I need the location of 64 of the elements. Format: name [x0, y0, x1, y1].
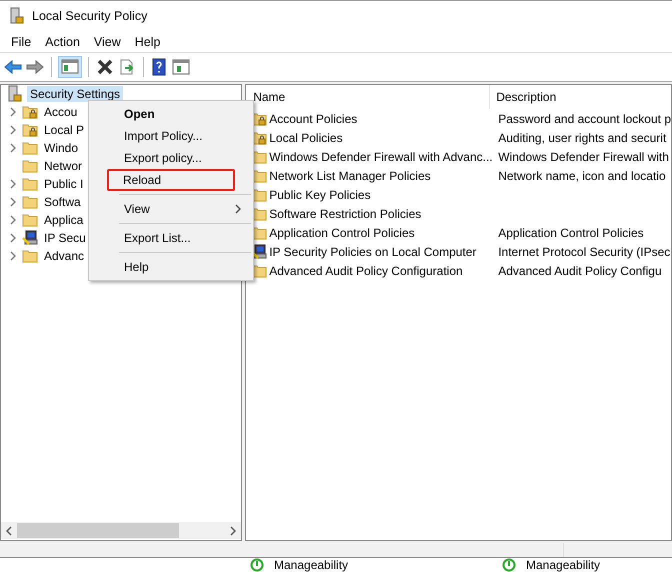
tree-item[interactable]: Advanc	[44, 249, 84, 263]
help-icon[interactable]	[151, 58, 167, 76]
delete-icon[interactable]	[96, 58, 114, 76]
locked-folder-icon	[22, 104, 38, 120]
forward-arrow-icon[interactable]	[26, 59, 44, 75]
status-ok-icon	[250, 558, 264, 572]
folder-icon	[22, 176, 38, 192]
menu-item[interactable]: Help	[91, 256, 251, 278]
folder-icon	[22, 140, 38, 156]
column-header[interactable]: Description	[490, 90, 556, 104]
table-cell-text: Advanced Audit Policy Configu	[497, 264, 662, 278]
computer-key-icon	[22, 230, 38, 246]
tree-item[interactable]: IP Secu	[44, 231, 86, 245]
table-cell-text: Auditing, user rights and securit	[497, 130, 666, 144]
status-ok-icon	[502, 558, 516, 572]
background-label: Manageability	[526, 558, 600, 572]
table-cell[interactable]: Local Policies	[269, 130, 343, 144]
menu-item[interactable]: Export policy...	[91, 147, 251, 169]
console-tree-icon[interactable]	[59, 57, 81, 77]
table-cell[interactable]: Application Control Policies	[269, 226, 415, 240]
table-cell-text: Network name, icon and locatio	[497, 168, 666, 182]
tree-item[interactable]: Applica	[44, 213, 84, 227]
table-cell[interactable]: Public Key Policies	[269, 188, 371, 202]
menu-item[interactable]: Import Policy...	[91, 125, 251, 147]
menu-item[interactable]: File	[4, 34, 38, 48]
security-policy-icon	[7, 85, 23, 103]
security-policy-icon	[9, 7, 25, 25]
table-cell-text: Windows Defender Firewall with	[497, 150, 669, 164]
table-cell[interactable]: IP Security Policies on Local Computer	[269, 244, 476, 258]
tree-item[interactable]: Windo	[44, 141, 78, 155]
table-cell[interactable]: Advanced Audit Policy Configuration	[269, 264, 463, 278]
menu-item[interactable]: View	[91, 198, 251, 220]
table-cell-text: Password and account lockout p	[497, 112, 671, 126]
table-cell[interactable]: Account Policies	[269, 112, 358, 126]
background-label: Manageability	[274, 558, 348, 572]
scroll-right-icon[interactable]	[229, 526, 238, 536]
tree-item[interactable]: Softwa	[44, 195, 81, 209]
folder-icon	[22, 158, 38, 174]
tree-item[interactable]: Accou	[44, 105, 78, 119]
tree-item[interactable]: Local P	[44, 123, 84, 137]
table-cell[interactable]: Network List Manager Policies	[269, 168, 431, 182]
table-cell[interactable]: Software Restriction Policies	[269, 206, 422, 220]
menu-item[interactable]: Reload	[107, 169, 235, 191]
horizontal-scrollbar[interactable]	[1, 522, 242, 539]
scroll-left-icon[interactable]	[5, 526, 13, 536]
menu-item[interactable]: View	[86, 34, 128, 48]
table-cell-text: Internet Protocol Security (IPsec	[497, 244, 670, 258]
window-title: Local Security Policy	[32, 9, 148, 23]
menu-item[interactable]: Action	[38, 34, 87, 48]
tree-item[interactable]: Networ	[44, 159, 82, 173]
scrollbar-thumb[interactable]	[17, 523, 180, 538]
menu-item[interactable]: Export List...	[91, 227, 251, 249]
export-list-icon[interactable]	[118, 58, 136, 76]
table-cell[interactable]: Windows Defender Firewall with Advanc...	[269, 150, 493, 164]
folder-icon	[22, 194, 38, 210]
folder-icon	[22, 248, 38, 264]
properties-pane-icon[interactable]	[171, 58, 191, 76]
menu-item[interactable]: Help	[128, 34, 168, 48]
back-arrow-icon[interactable]	[4, 59, 22, 75]
locked-folder-icon	[22, 122, 38, 138]
tree-item[interactable]: Security Settings	[27, 86, 124, 102]
folder-icon	[22, 212, 38, 228]
table-cell-text: Application Control Policies	[497, 226, 644, 240]
tree-item[interactable]: Public I	[44, 177, 84, 191]
